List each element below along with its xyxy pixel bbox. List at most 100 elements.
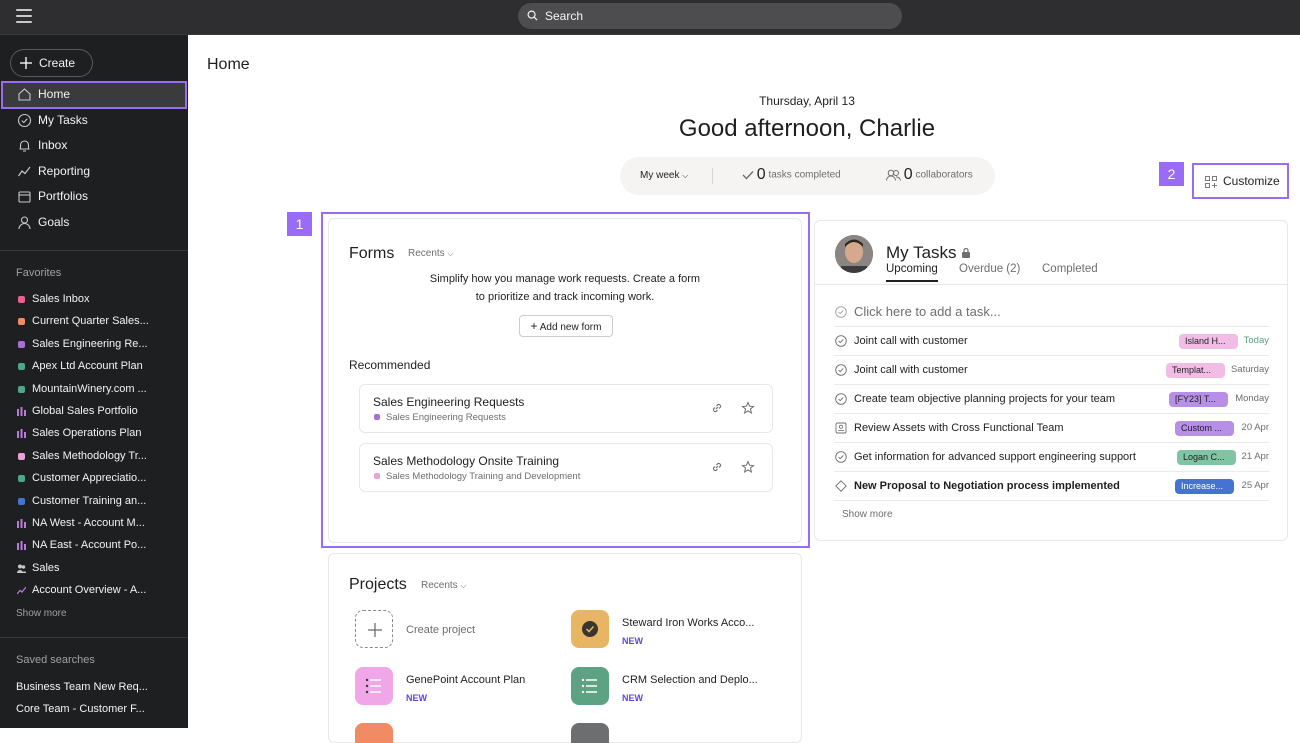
project-name: GenePoint Account Plan [406,674,526,686]
week-dropdown[interactable]: My week ⌵ [640,170,688,181]
main-content: Home Thursday, April 13 Good afternoon, … [188,35,1300,743]
check-circle-icon[interactable] [835,335,847,347]
task-row[interactable]: Joint call with customer Island H... Tod… [834,327,1269,356]
project-tile-partial [355,723,393,743]
project-tile-partial [571,723,609,743]
new-badge: NEW [622,636,643,646]
plus-tile [355,610,393,648]
project-item[interactable]: CRM Selection and Deplo... NEW [571,667,771,711]
sidebar-item-reporting[interactable]: Reporting [0,159,188,185]
favorite-item[interactable]: Sales Inbox [0,288,188,310]
check-circle-icon [17,113,32,127]
sidebar-item-label: Reporting [38,163,91,178]
task-name: Joint call with customer [854,364,968,376]
project-tag[interactable]: [FY23] T... [1169,392,1228,407]
check-circle-icon[interactable] [835,364,847,376]
tasks-completed-label: tasks completed [768,169,841,181]
project-tag[interactable]: Logan C... [1177,450,1236,465]
favorite-item[interactable]: Apex Ltd Account Plan [0,355,188,377]
customize-button[interactable]: Customize [1192,163,1289,199]
saved-searches-title: Saved searches [16,654,95,666]
create-project-button[interactable]: Create project [355,610,555,654]
favorite-item[interactable]: Sales [0,557,188,579]
add-task-label: Click here to add a task... [854,304,1001,319]
task-row[interactable]: Create team objective planning projects … [834,385,1269,414]
project-tag[interactable]: Custom ... [1175,421,1234,436]
favorite-item[interactable]: Account Overview - A... [0,579,188,601]
list-icon [581,678,597,694]
favorite-item[interactable]: MountainWinery.com ... [0,378,188,400]
person-goal-icon [18,215,31,229]
project-tag[interactable]: Templat... [1166,363,1225,378]
stats-bar: My week ⌵ 0 tasks completed 0 collaborat… [620,157,995,195]
project-tag[interactable]: Increase... [1175,479,1234,494]
sidebar-item-inbox[interactable]: Inbox [0,133,188,159]
task-name: Joint call with customer [854,335,968,347]
favorites-show-more[interactable]: Show more [16,608,67,619]
check-circle-icon [835,306,847,318]
favorite-item[interactable]: Sales Operations Plan [0,422,188,444]
task-row[interactable]: Get information for advanced support eng… [834,443,1269,472]
due-date: Today [1243,335,1269,346]
project-name: CRM Selection and Deplo... [622,674,758,686]
check-circle-icon[interactable] [835,451,847,463]
project-item[interactable]: Steward Iron Works Acco... NEW [571,610,771,654]
saved-search-item[interactable]: Core Team - Customer F... [16,703,145,715]
favorites-list: Sales Inbox Current Quarter Sales... Sal… [0,288,188,601]
favorite-item[interactable]: Customer Appreciatio... [0,467,188,489]
sidebar-divider [0,637,188,638]
favorite-item[interactable]: Global Sales Portfolio [0,400,188,422]
home-icon [18,88,31,101]
favorite-item[interactable]: Sales Engineering Re... [0,333,188,355]
favorite-item[interactable]: NA West - Account M... [0,512,188,534]
project-item[interactable]: GenePoint Account Plan NEW [355,667,555,711]
project-name: Steward Iron Works Acco... [622,617,755,629]
check-circle-icon[interactable] [835,393,847,405]
favorite-label: Sales Operations Plan [32,427,142,440]
sidebar-item-portfolios[interactable]: Portfolios [0,184,188,210]
task-name: Review Assets with Cross Functional Team [854,422,1064,434]
milestone-diamond-icon[interactable] [835,480,847,492]
chevron-down-icon: ⌵ [682,171,689,180]
project-tag[interactable]: Island H... [1179,334,1238,349]
greeting: Good afternoon, Charlie [678,115,936,142]
approval-icon[interactable] [835,422,847,434]
saved-search-item[interactable]: Business Team New Req... [16,681,148,693]
recents-label: Recents [421,580,458,591]
task-row[interactable]: Review Assets with Cross Functional Team… [834,414,1269,443]
favorite-label: NA East - Account Po... [32,539,147,552]
tab-completed[interactable]: Completed [1042,263,1098,275]
sidebar-nav: Home My Tasks Inbox Reporting Portfolios… [0,81,188,236]
callout-badge-1: 1 [287,212,312,236]
projects-title: Projects [349,576,407,593]
favorite-item[interactable]: NA East - Account Po... [0,534,188,556]
projects-recents-dropdown[interactable]: Recents ⌵ [421,580,467,591]
favorite-item[interactable]: Sales Methodology Tr... [0,445,188,467]
favorite-label: Customer Appreciatio... [32,472,147,485]
tab-overdue[interactable]: Overdue (2) [959,263,1020,275]
chevron-down-icon: ⌵ [460,581,467,590]
task-name: Get information for advanced support eng… [854,451,1136,463]
tab-upcoming[interactable]: Upcoming [886,263,938,282]
sidebar-item-my-tasks[interactable]: My Tasks [0,108,188,134]
portfolio-bars-icon [17,518,26,528]
favorite-item[interactable]: Customer Training an... [0,490,188,512]
favorite-label: Sales Engineering Re... [32,337,148,350]
avatar [835,235,873,273]
bell-icon [19,140,30,152]
sidebar-item-home[interactable]: Home [1,81,187,109]
people-icon [17,564,26,573]
sidebar-item-label: Portfolios [38,189,89,203]
task-row[interactable]: New Proposal to Negotiation process impl… [834,472,1269,501]
user-photo-icon [835,235,873,273]
add-task-row[interactable]: Click here to add a task... [834,298,1269,327]
task-name: New Proposal to Negotiation process impl… [854,480,1120,492]
sidebar-item-goals[interactable]: Goals [0,210,188,236]
tasks-show-more[interactable]: Show more [842,509,893,520]
task-name: Create team objective planning projects … [854,393,1116,405]
favorite-item[interactable]: Current Quarter Sales... [0,310,188,332]
search-bar[interactable]: Search [518,3,902,29]
create-button[interactable]: Create [10,49,93,77]
hamburger-menu-icon[interactable] [16,9,32,23]
task-row[interactable]: Joint call with customer Templat... Satu… [834,356,1269,385]
